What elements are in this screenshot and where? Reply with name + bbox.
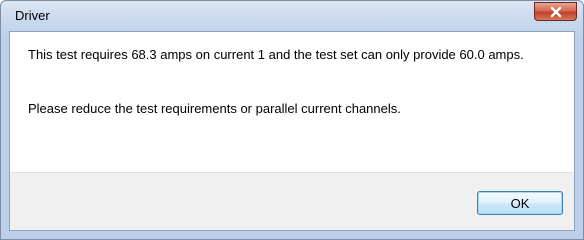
message-area: This test requires 68.3 amps on current … bbox=[10, 32, 574, 172]
close-button[interactable] bbox=[534, 2, 577, 21]
title-bar[interactable]: Driver bbox=[1, 1, 583, 29]
button-bar: OK bbox=[10, 172, 574, 230]
instruction-text: Please reduce the test requirements or p… bbox=[28, 101, 401, 116]
window-title: Driver bbox=[15, 8, 50, 23]
close-icon bbox=[550, 6, 561, 17]
dialog-client-area: This test requires 68.3 amps on current … bbox=[9, 31, 575, 231]
message-text: This test requires 68.3 amps on current … bbox=[28, 47, 524, 62]
ok-button[interactable]: OK bbox=[477, 191, 563, 215]
dialog-window: Driver This test requires 68.3 amps on c… bbox=[0, 0, 584, 240]
